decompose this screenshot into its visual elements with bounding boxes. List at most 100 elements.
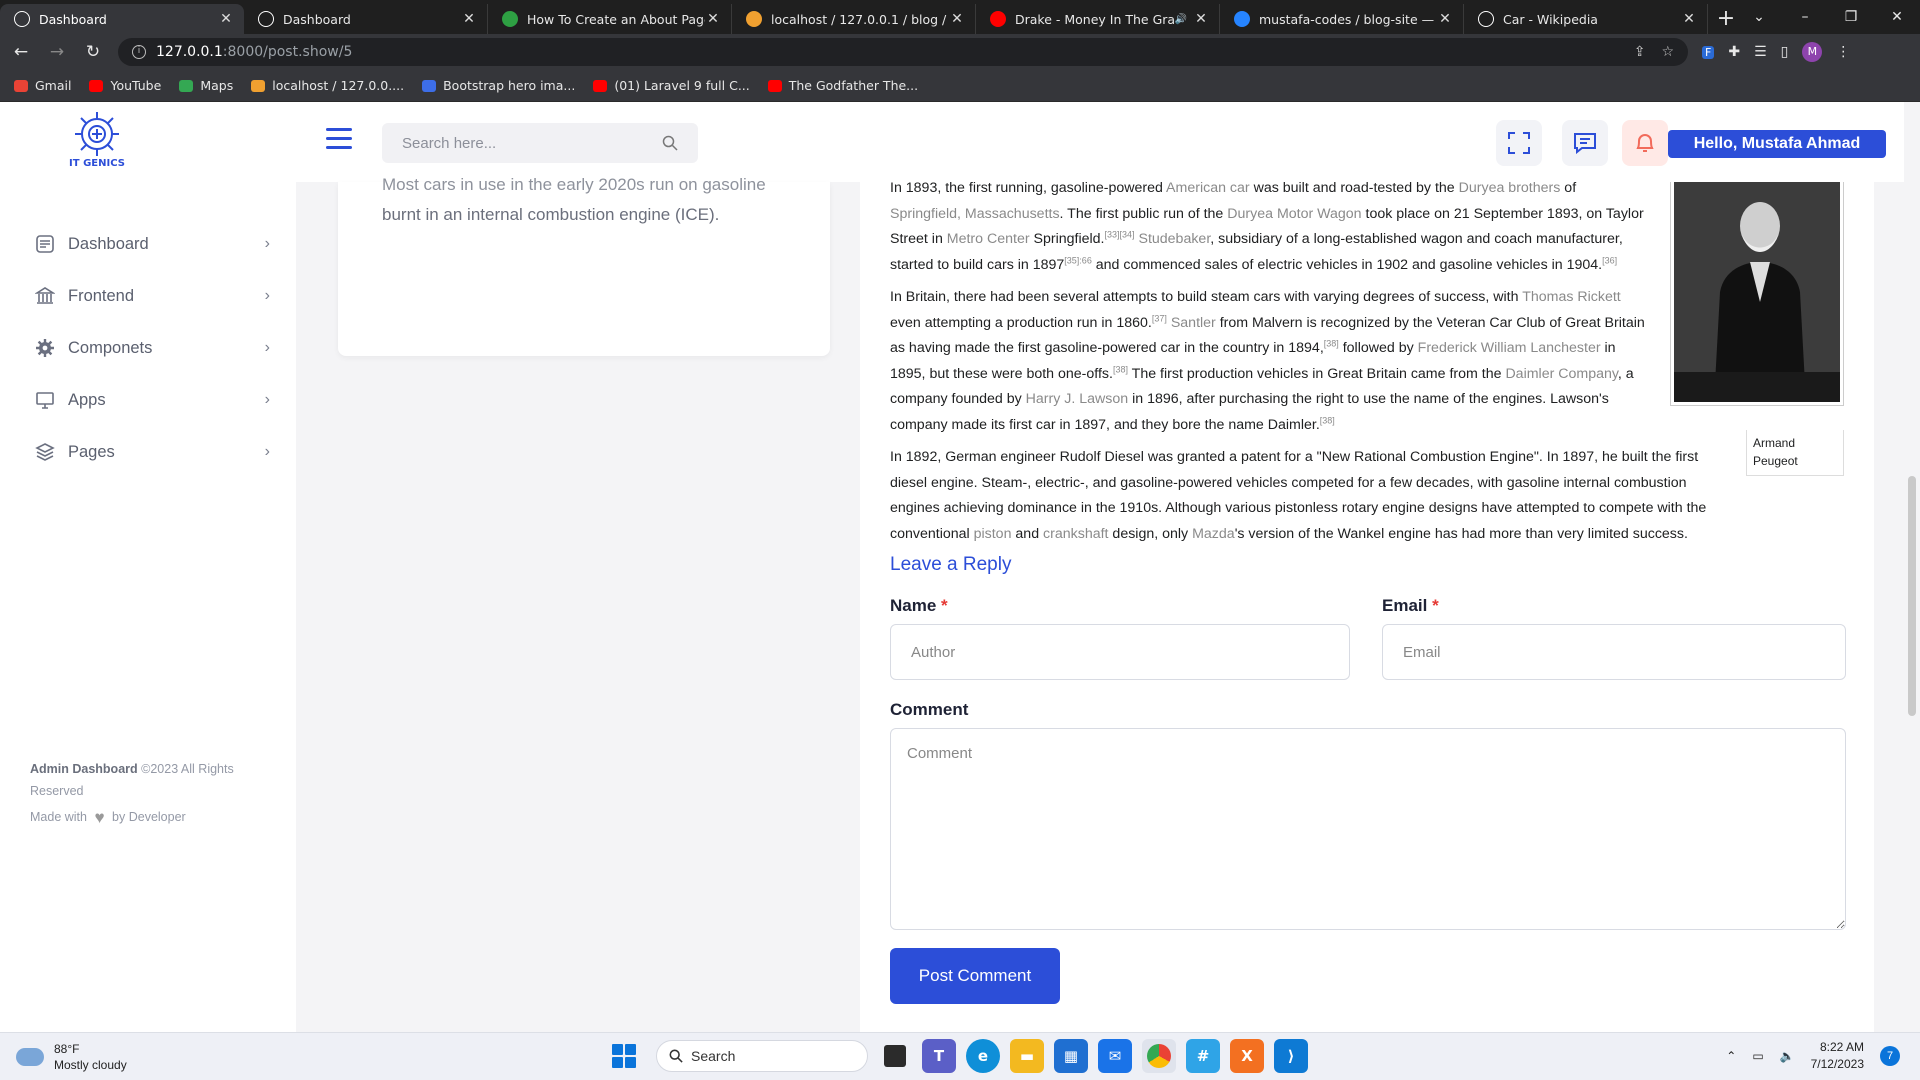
bookmark-item[interactable]: localhost / 127.0.0.... [251, 78, 404, 93]
bookmark-item[interactable]: Gmail [14, 78, 71, 93]
browser-tab[interactable]: Drake - Money In The Grave 🔊 ✕ [976, 4, 1220, 34]
close-tab-icon[interactable]: ✕ [1681, 11, 1697, 27]
citation-ref[interactable]: [35]:66 [1064, 255, 1092, 265]
close-tab-icon[interactable]: ✕ [705, 11, 721, 27]
wiki-link[interactable]: Duryea brothers [1459, 182, 1561, 196]
wiki-link[interactable]: Daimler Company [1505, 366, 1617, 382]
sidebar-item-apps[interactable]: Apps › [0, 374, 296, 426]
email-input[interactable] [1382, 624, 1846, 680]
close-tab-icon[interactable]: ✕ [461, 11, 477, 27]
menu-dots-icon[interactable]: ⋮ [1836, 44, 1850, 60]
wiki-link[interactable]: Mazda [1192, 526, 1235, 542]
wiki-link[interactable]: Frederick William Lanchester [1418, 340, 1601, 356]
browser-tab[interactable]: Car - Wikipedia ✕ [1464, 4, 1708, 34]
start-icon[interactable] [612, 1044, 636, 1068]
file-explorer-icon[interactable]: ▬ [1010, 1039, 1044, 1073]
browser-tab[interactable]: mustafa-codes / blog-site — Bit ✕ [1220, 4, 1464, 34]
forward-icon[interactable]: → [42, 42, 72, 62]
citation-ref[interactable]: [38] [1113, 364, 1128, 374]
wiki-link[interactable]: Harry J. Lawson [1026, 391, 1129, 407]
clock[interactable]: 8:22 AM 7/12/2023 [1811, 1039, 1864, 1073]
tab-search-icon[interactable]: ⌄ [1736, 9, 1782, 25]
reading-list-icon[interactable]: ☰ [1754, 44, 1767, 60]
task-view-icon[interactable] [884, 1045, 906, 1067]
profile-avatar[interactable]: M [1802, 42, 1823, 62]
volume-icon[interactable]: 🔈 [1780, 1049, 1795, 1063]
reload-icon[interactable]: ↻ [78, 42, 108, 62]
info-icon[interactable]: i [132, 45, 146, 59]
citation-ref[interactable]: [38] [1324, 338, 1339, 348]
xampp-icon[interactable]: X [1230, 1039, 1264, 1073]
chrome-icon[interactable] [1142, 1039, 1176, 1073]
comment-textarea[interactable] [890, 728, 1846, 930]
store-icon[interactable]: ▦ [1054, 1039, 1088, 1073]
bookmark-item[interactable]: Maps [179, 78, 233, 93]
back-icon[interactable]: ← [6, 42, 36, 62]
sidebar-item-dashboard[interactable]: Dashboard › [0, 218, 296, 270]
user-greeting-button[interactable]: Hello, Mustafa Ahmad [1668, 130, 1886, 158]
notification-badge[interactable]: 7 [1880, 1046, 1900, 1066]
wiki-link[interactable]: Metro Center [947, 231, 1030, 247]
citation-ref[interactable]: [37] [1152, 313, 1167, 323]
network-icon[interactable]: ▭ [1752, 1049, 1763, 1063]
teams-icon[interactable]: T [922, 1039, 956, 1073]
page-scrollbar[interactable] [1904, 102, 1920, 1032]
wiki-link[interactable]: crankshaft [1043, 526, 1108, 542]
bookmark-item[interactable]: The Godfather The... [767, 78, 918, 93]
browser-tab[interactable]: How To Create an About Page ✕ [488, 4, 732, 34]
sidebar-item-frontend[interactable]: Frontend › [0, 270, 296, 322]
bookmark-item[interactable]: (01) Laravel 9 full C... [593, 78, 750, 93]
citation-ref[interactable]: [38] [1320, 415, 1335, 425]
wiki-link[interactable]: piston [974, 526, 1012, 542]
sidebar-item-componets[interactable]: Componets › [0, 322, 296, 374]
extension-icon[interactable]: F [1702, 45, 1715, 59]
vscode-icon[interactable]: ⟩ [1274, 1039, 1308, 1073]
close-tab-icon[interactable]: ✕ [1193, 11, 1209, 27]
wiki-link[interactable]: Santler [1171, 315, 1216, 331]
bookmark-item[interactable]: YouTube [89, 78, 161, 93]
weather-widget[interactable]: 88°F Mostly cloudy [16, 1041, 127, 1073]
close-tab-icon[interactable]: ✕ [1437, 11, 1453, 27]
scrollbar-thumb[interactable] [1908, 476, 1916, 716]
name-input[interactable] [890, 624, 1350, 680]
logo[interactable]: IT GENICS [62, 108, 132, 176]
restore-button[interactable]: ❐ [1828, 9, 1874, 25]
wiki-link[interactable]: Thomas Rickett [1522, 289, 1621, 305]
bookmark-star-icon[interactable]: ☆ [1661, 44, 1674, 60]
share-icon[interactable]: ⇪ [1634, 44, 1646, 60]
bookmark-item[interactable]: Bootstrap hero ima... [422, 78, 575, 93]
wiki-link[interactable]: American car [1166, 182, 1250, 196]
browser-tab[interactable]: Dashboard ✕ [0, 4, 244, 34]
taskbar-search[interactable]: Search [656, 1040, 868, 1072]
close-tab-icon[interactable]: ✕ [949, 11, 965, 27]
browser-tab[interactable]: localhost / 127.0.0.1 / blog / po ✕ [732, 4, 976, 34]
side-panel-icon[interactable]: ▯ [1781, 44, 1789, 60]
reply-title: Leave a Reply [890, 554, 1012, 575]
sidebar-item-pages[interactable]: Pages › [0, 426, 296, 478]
minimize-button[interactable]: – [1782, 9, 1828, 25]
search-box[interactable]: Search here... [382, 123, 698, 163]
wiki-link[interactable]: Springfield, Massachusetts [890, 206, 1060, 222]
edge-icon[interactable]: e [966, 1039, 1000, 1073]
citation-ref[interactable]: [36] [1602, 255, 1617, 265]
paragraph-2: In Britain, there had been several attem… [890, 285, 1650, 438]
tray-chevron-icon[interactable]: ⌃ [1726, 1049, 1736, 1063]
puzzle-icon[interactable]: ✚ [1728, 44, 1740, 60]
slack-icon[interactable]: # [1186, 1039, 1220, 1073]
gear-icon [34, 337, 56, 359]
search-icon[interactable] [662, 135, 678, 151]
close-tab-icon[interactable]: ✕ [218, 11, 234, 27]
citation-ref[interactable]: [33][34] [1105, 229, 1135, 239]
browser-tab[interactable]: Dashboard ✕ [244, 4, 488, 34]
mail-icon[interactable]: ✉ [1098, 1039, 1132, 1073]
post-comment-button[interactable]: Post Comment [890, 948, 1060, 1004]
messages-button[interactable] [1562, 120, 1608, 166]
audio-playing-icon[interactable]: 🔊 [1175, 14, 1187, 25]
hamburger-menu-icon[interactable] [326, 128, 352, 150]
close-window-button[interactable]: ✕ [1874, 9, 1920, 25]
wiki-link[interactable]: Duryea Motor Wagon [1227, 206, 1361, 222]
wiki-link[interactable]: Studebaker [1138, 231, 1210, 247]
fullscreen-button[interactable] [1496, 120, 1542, 166]
notifications-button[interactable] [1622, 120, 1668, 166]
address-bar[interactable]: i 127.0.0.1:8000/post.show/5 ⇪ ☆ [118, 38, 1688, 66]
